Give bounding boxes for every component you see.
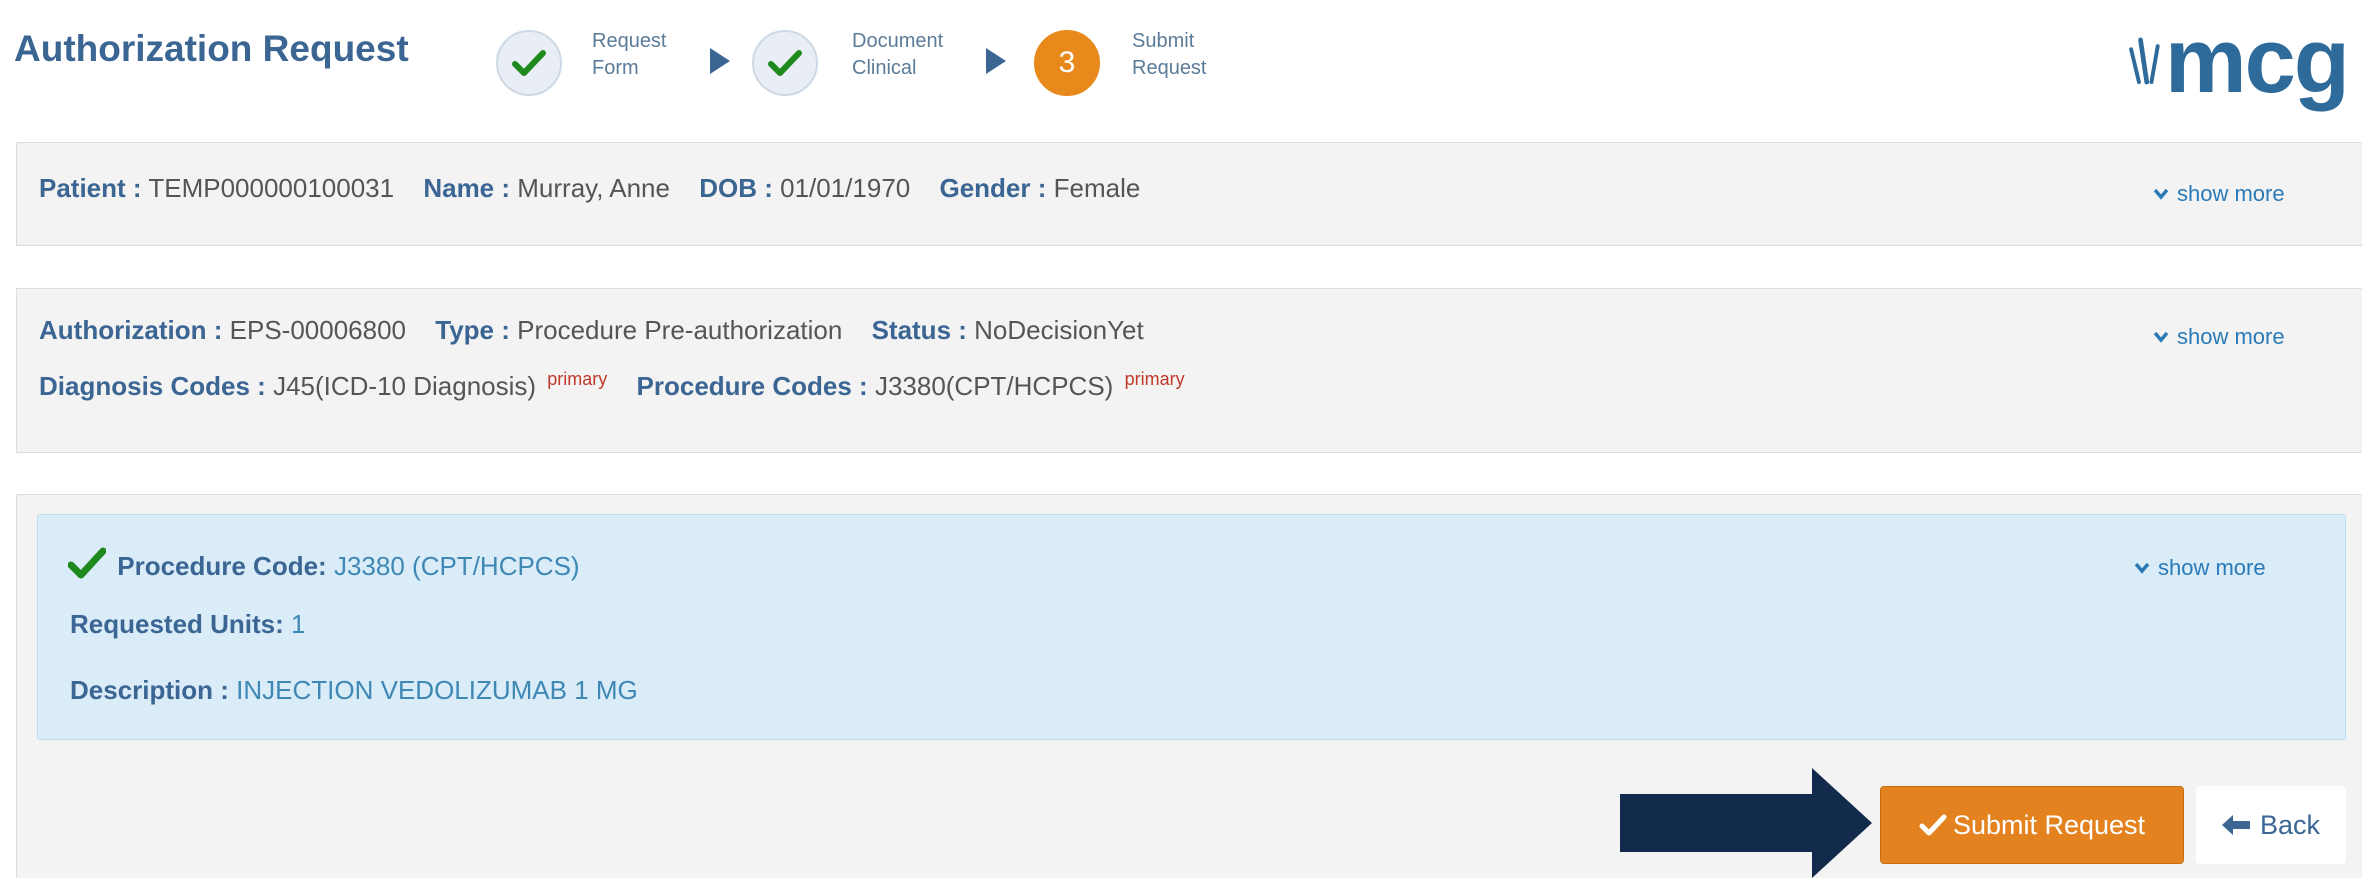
description-value: INJECTION VEDOLIZUMAB 1 MG [236, 675, 638, 705]
chevron-down-icon [2153, 331, 2169, 343]
patient-name-value: Murray, Anne [517, 173, 670, 203]
step-1-complete-indicator [496, 30, 562, 96]
step-2-label: Document Clinical [852, 28, 943, 82]
type-value: Procedure Pre-authorization [517, 315, 843, 345]
type-label: Type : [435, 315, 510, 345]
authorization-info-panel: Authorization : EPS-00006800 Type : Proc… [16, 288, 2362, 453]
procedure-code-value: J3380 (CPT/HCPCS) [333, 551, 580, 581]
step-arrow-icon [986, 48, 1006, 74]
patient-info-row: Patient : TEMP000000100031 Name : Murray… [39, 173, 1162, 204]
step-3-current-indicator: 3 [1034, 30, 1100, 96]
step-1-label: Request Form [592, 28, 667, 82]
status-value: NoDecisionYet [974, 315, 1144, 345]
patient-dob-value: 01/01/1970 [780, 173, 911, 203]
authorization-row: Authorization : EPS-00006800 Type : Proc… [39, 315, 1166, 346]
back-button[interactable]: Back [2196, 786, 2346, 864]
show-more-label: show more [2177, 181, 2285, 206]
checkmark-icon [512, 50, 546, 76]
step-1-label-line1: Request [592, 30, 667, 52]
patient-show-more-link[interactable]: show more [2153, 181, 2285, 207]
diagnosis-codes-label: Diagnosis Codes : [39, 371, 266, 401]
procedure-show-more-link[interactable]: show more [2134, 555, 2266, 581]
description-row: Description : INJECTION VEDOLIZUMAB 1 MG [70, 675, 638, 706]
chevron-down-icon [2134, 562, 2150, 574]
procedure-code-card: Procedure Code: J3380 (CPT/HCPCS) Reques… [37, 514, 2346, 740]
patient-name-label: Name : [423, 173, 511, 203]
patient-id-value: TEMP000000100031 [148, 173, 395, 203]
step-2-label-line2: Clinical [852, 57, 917, 79]
authorization-request-page: Authorization Request Request Form Docum… [0, 0, 2362, 878]
show-more-label: show more [2177, 324, 2285, 349]
step-2-complete-indicator [752, 30, 818, 96]
step-2-label-line1: Document [852, 30, 944, 52]
patient-dob-label: DOB : [699, 173, 773, 203]
requested-units-row: Requested Units: 1 [70, 609, 306, 640]
status-label: Status : [871, 315, 967, 345]
authorization-label: Authorization : [39, 315, 223, 345]
arrow-left-icon [2221, 815, 2250, 835]
mcg-logo: mcg [2128, 6, 2350, 116]
mcg-logo-text: mcg [2164, 10, 2350, 112]
page-title: Authorization Request [14, 28, 409, 69]
requested-units-label: Requested Units: [70, 609, 284, 639]
annotation-arrow-icon [1620, 768, 1872, 878]
checkmark-icon [1919, 814, 1947, 836]
step-3-label: Submit Request [1132, 28, 1207, 82]
show-more-label: show more [2158, 555, 2266, 580]
procedure-codes-value: J3380(CPT/HCPCS) [874, 371, 1114, 401]
step-1-label-line2: Form [592, 57, 639, 79]
submit-request-label: Submit Request [1952, 809, 2146, 840]
checkmark-icon [67, 547, 107, 579]
authorization-show-more-link[interactable]: show more [2153, 324, 2285, 350]
back-label: Back [2259, 809, 2321, 840]
patient-id-label: Patient : [39, 173, 142, 203]
patient-gender-value: Female [1053, 173, 1141, 203]
description-label: Description : [70, 675, 229, 705]
requested-units-value: 1 [291, 609, 306, 639]
patient-gender-label: Gender : [939, 173, 1047, 203]
procedure-primary-tag: primary [1124, 369, 1185, 389]
procedure-code-label: Procedure Code: [117, 551, 327, 581]
chevron-down-icon [2153, 188, 2169, 200]
step-3-label-line1: Submit [1132, 30, 1195, 52]
page-header: Authorization Request Request Form Docum… [0, 0, 2362, 140]
step-3-label-line2: Request [1132, 57, 1207, 79]
codes-row: Diagnosis Codes : J45(ICD-10 Diagnosis) … [39, 369, 1207, 402]
checkmark-icon [768, 50, 802, 76]
diagnosis-primary-tag: primary [547, 369, 608, 389]
submit-request-button[interactable]: Submit Request [1880, 786, 2184, 864]
patient-info-panel: Patient : TEMP000000100031 Name : Murray… [16, 142, 2362, 246]
procedure-code-row: Procedure Code: J3380 (CPT/HCPCS) [67, 547, 580, 582]
step-arrow-icon [710, 48, 730, 74]
procedure-codes-label: Procedure Codes : [636, 371, 868, 401]
diagnosis-codes-value: J45(ICD-10 Diagnosis) [273, 371, 537, 401]
mcg-logo-mark-icon [2129, 37, 2160, 85]
authorization-value: EPS-00006800 [229, 315, 407, 345]
